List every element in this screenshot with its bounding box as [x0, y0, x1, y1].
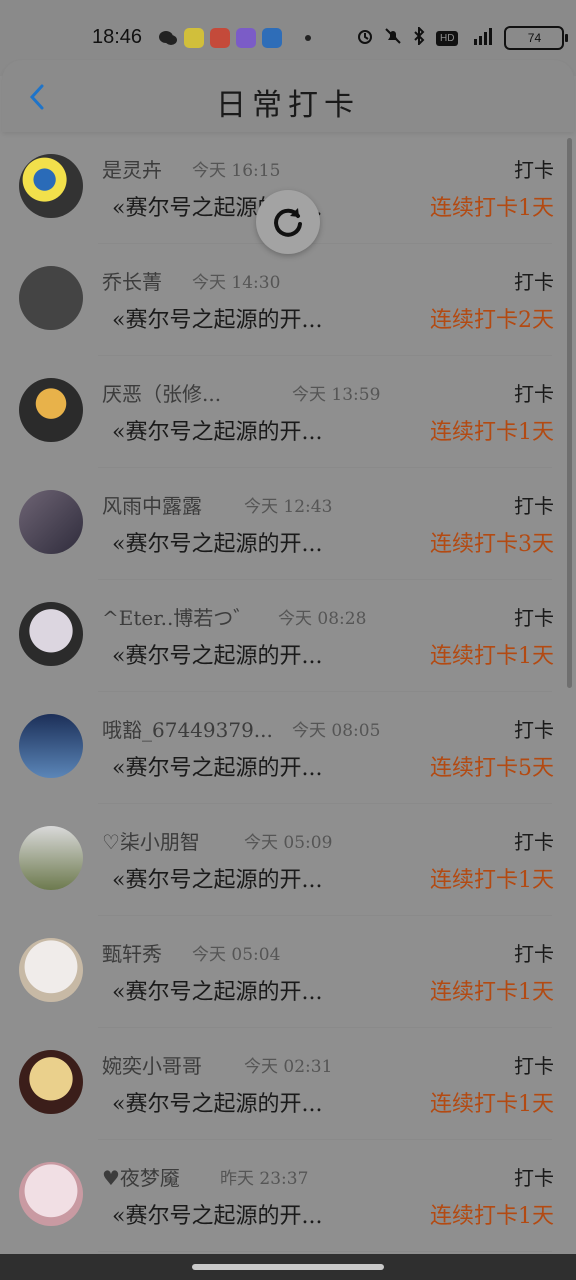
timestamp: 今天 14:30 [192, 273, 281, 293]
list-item[interactable]: ♥夜梦魇 昨天 23:37 打卡 «赛尔号之起源的开... 连续打卡1天 [0, 1140, 576, 1252]
avatar[interactable] [19, 266, 83, 330]
system-icons: HD 74 [356, 25, 569, 50]
checkin-content: «赛尔号之起源的开... [112, 308, 323, 333]
page-header: 日常打卡 [2, 60, 574, 132]
timestamp: 今天 13:59 [292, 385, 381, 405]
user-name: ♥夜梦魇 [102, 1166, 180, 1190]
list-item[interactable]: 哦豁_67449379... 今天 08:05 打卡 «赛尔号之起源的开... … [0, 692, 576, 804]
home-indicator[interactable] [192, 1264, 384, 1270]
avatar[interactable] [19, 602, 83, 666]
redpacket-icon [210, 28, 230, 48]
hd-badge: HD [436, 30, 459, 46]
refresh-loader [256, 190, 320, 254]
streak-text: 连续打卡1天 [430, 1204, 554, 1229]
checkin-label: 打卡 [514, 942, 554, 966]
notification-app-icons [158, 28, 282, 48]
streak-text: 连续打卡3天 [430, 532, 554, 557]
checkin-content: «赛尔号之起源的开... [112, 1092, 323, 1117]
page-title: 日常打卡 [216, 88, 360, 123]
list-item[interactable]: ^Eter..博若つ゛ 今天 08:28 打卡 «赛尔号之起源的开... 连续打… [0, 580, 576, 692]
avatar[interactable] [19, 714, 83, 778]
avatar[interactable] [19, 938, 83, 1002]
user-name: 乔长菁 [102, 270, 162, 294]
list-item[interactable]: ♡柒小朋智 今天 05:09 打卡 «赛尔号之起源的开... 连续打卡1天 [0, 804, 576, 916]
list-item[interactable]: 婉奕小哥哥 今天 02:31 打卡 «赛尔号之起源的开... 连续打卡1天 [0, 1028, 576, 1140]
battery-indicator: 74 [504, 26, 569, 50]
bluetooth-icon [412, 25, 426, 49]
checkin-label: 打卡 [514, 718, 554, 742]
list-item[interactable]: 乔长菁 今天 14:30 打卡 «赛尔号之起源的开... 连续打卡2天 [0, 244, 576, 356]
mute-icon [384, 27, 402, 49]
user-name: 厌恶（张修... [102, 382, 222, 406]
alarm-icon [356, 27, 374, 49]
avatar[interactable] [19, 1162, 83, 1226]
streak-text: 连续打卡1天 [430, 868, 554, 893]
user-name: 哦豁_67449379... [102, 718, 273, 742]
checkin-content: «赛尔号之起源的开... [112, 980, 323, 1005]
scrollbar[interactable] [567, 138, 572, 688]
checkin-list: 是灵卉 今天 16:15 打卡 «赛尔号之起源的开... 连续打卡1天 乔长菁 … [0, 132, 576, 1252]
streak-text: 连续打卡1天 [430, 420, 554, 445]
streak-text: 连续打卡1天 [430, 196, 554, 221]
checkin-label: 打卡 [514, 494, 554, 518]
streak-text: 连续打卡2天 [430, 308, 554, 333]
timestamp: 昨天 23:37 [220, 1169, 309, 1189]
kuaikan-icon [184, 28, 204, 48]
user-name: 风雨中露露 [102, 494, 202, 518]
bilibili-icon [236, 28, 256, 48]
user-name: ♡柒小朋智 [102, 830, 200, 854]
checkin-content: «赛尔号之起源的开... [112, 644, 323, 669]
streak-text: 连续打卡5天 [430, 756, 554, 781]
alipay-icon [262, 28, 282, 48]
checkin-label: 打卡 [514, 158, 554, 182]
user-name: 是灵卉 [102, 158, 162, 182]
avatar[interactable] [19, 826, 83, 890]
user-name: 婉奕小哥哥 [102, 1054, 202, 1078]
checkin-content: «赛尔号之起源的开... [112, 868, 323, 893]
checkin-content: «赛尔号之起源的开... [112, 420, 323, 445]
timestamp: 今天 16:15 [192, 161, 281, 181]
timestamp: 今天 12:43 [244, 497, 333, 517]
timestamp: 今天 05:04 [192, 945, 281, 965]
checkin-label: 打卡 [514, 606, 554, 630]
avatar[interactable] [19, 490, 83, 554]
list-item[interactable]: 甄轩秀 今天 05:04 打卡 «赛尔号之起源的开... 连续打卡1天 [0, 916, 576, 1028]
streak-text: 连续打卡1天 [430, 980, 554, 1005]
streak-text: 连续打卡1天 [430, 644, 554, 669]
checkin-label: 打卡 [514, 1054, 554, 1078]
list-item[interactable]: 厌恶（张修... 今天 13:59 打卡 «赛尔号之起源的开... 连续打卡1天 [0, 356, 576, 468]
checkin-label: 打卡 [514, 382, 554, 406]
timestamp: 今天 05:09 [244, 833, 333, 853]
checkin-content: «赛尔号之起源的开... [112, 532, 323, 557]
signal-icon [468, 27, 494, 49]
system-navigation-bar [0, 1254, 576, 1280]
more-notifications-dot [305, 35, 311, 41]
screen: 18:46 HD 74 日常打卡 是灵卉 今天 16:15 打卡 «赛尔号之起源… [0, 0, 576, 1280]
checkin-label: 打卡 [514, 1166, 554, 1190]
streak-text: 连续打卡1天 [430, 1092, 554, 1117]
avatar[interactable] [19, 154, 83, 218]
checkin-content: «赛尔号之起源的开... [112, 756, 323, 781]
wechat-icon [158, 28, 178, 48]
checkin-content: «赛尔号之起源的开... [112, 1204, 323, 1229]
timestamp: 今天 08:28 [278, 609, 367, 629]
user-name: 甄轩秀 [102, 942, 162, 966]
user-name: ^Eter..博若つ゛ [102, 606, 254, 630]
checkin-label: 打卡 [514, 270, 554, 294]
avatar[interactable] [19, 1050, 83, 1114]
list-item[interactable]: 风雨中露露 今天 12:43 打卡 «赛尔号之起源的开... 连续打卡3天 [0, 468, 576, 580]
avatar[interactable] [19, 378, 83, 442]
status-time: 18:46 [92, 26, 143, 48]
timestamp: 今天 02:31 [244, 1057, 333, 1077]
checkin-label: 打卡 [514, 830, 554, 854]
timestamp: 今天 08:05 [292, 721, 381, 741]
refresh-icon [274, 208, 302, 237]
